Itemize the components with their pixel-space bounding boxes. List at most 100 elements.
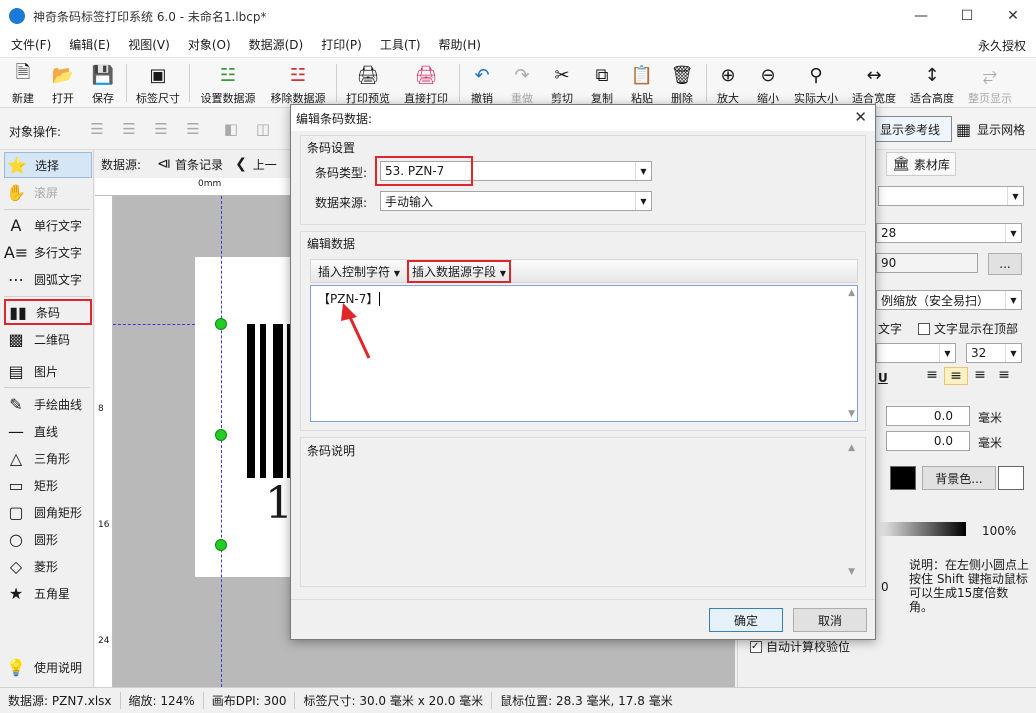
zoom-out-button[interactable]: ⊖ 缩小	[754, 60, 782, 106]
foreground-color-swatch[interactable]	[890, 466, 916, 490]
text-on-top-checkbox[interactable]: 文字显示在顶部	[918, 320, 1018, 337]
auto-checksum-checkbox[interactable]: ✓ 自动计算校验位	[750, 638, 850, 655]
tool-star[interactable]: ★ 五角星	[4, 580, 92, 606]
menu-tools[interactable]: 工具(T)	[369, 36, 428, 53]
new-button[interactable]: 🗎 新建	[9, 60, 37, 106]
tool-barcode[interactable]: ▮▮ 条码	[4, 299, 92, 325]
actual-size-button[interactable]: ⚲ 实际大小	[790, 60, 842, 106]
align-left-text-icon[interactable]: ≡	[920, 367, 944, 385]
offset-y-input[interactable]: 0.0	[886, 431, 970, 451]
show-grid-button[interactable]: ▦ 显示网格	[956, 116, 1032, 142]
tool-panel: ⭐ 选择 ✋ 滚屏 A 单行文字 A≡ 多行文字 ⋯ 圆弧文字 ▮▮ 条码 ▩ 二维码 ▤ 图片…	[0, 150, 94, 687]
paste-button[interactable]: 📋 粘贴	[628, 60, 656, 106]
undo-button[interactable]: ↶ 撤销	[468, 60, 496, 106]
background-color-swatch[interactable]	[998, 466, 1024, 490]
zoom-in-button[interactable]: ⊕ 放大	[714, 60, 742, 106]
close-window-button[interactable]: ✕	[990, 0, 1036, 32]
copy-icon: ⧉	[595, 64, 609, 86]
dialog-close-icon[interactable]: ✕	[854, 108, 867, 126]
tool-scroll[interactable]: ✋ 滚屏	[4, 179, 92, 205]
cut-button[interactable]: ✂ 剪切	[548, 60, 576, 106]
save-button[interactable]: 💾 保存	[89, 60, 117, 106]
tool-single-text[interactable]: A 单行文字	[4, 212, 92, 238]
offset-x-input[interactable]: 0.0	[886, 406, 970, 426]
align-right-text-icon[interactable]: ≡	[968, 367, 992, 385]
datasource-select[interactable]: 手动输入 ▼	[380, 191, 652, 211]
menu-datasource[interactable]: 数据源(D)	[238, 36, 311, 53]
font-size-select[interactable]: 32 ▼	[966, 343, 1022, 363]
help-guide-button[interactable]: 💡 使用说明	[4, 654, 92, 680]
layer-bottom-icon[interactable]: ☰	[182, 120, 204, 138]
label-size-button[interactable]: ▣ 标签尺寸	[134, 60, 182, 106]
tool-line[interactable]: — 直线	[4, 418, 92, 444]
prev-record-button[interactable]: 上一	[253, 156, 277, 173]
opacity-slider[interactable]	[878, 522, 966, 536]
layer-top-icon[interactable]: ☰	[118, 120, 140, 138]
tool-select[interactable]: ⭐ 选择	[4, 152, 92, 178]
layer-down-icon[interactable]: ☰	[150, 120, 172, 138]
dropdown-icon: ▼	[499, 268, 506, 278]
fit-width-button[interactable]: ↔ 适合宽度	[849, 60, 899, 106]
more-options-button[interactable]: ...	[988, 253, 1022, 275]
prev-record-icon[interactable]: ❮	[235, 156, 247, 172]
delete-button[interactable]: 🗑 删除	[668, 60, 696, 106]
ok-button[interactable]: 确定	[709, 608, 783, 632]
menu-help[interactable]: 帮助(H)	[428, 36, 488, 53]
tool-freehand[interactable]: ✎ 手绘曲线	[4, 391, 92, 417]
fit-page-button[interactable]: ⥂ 整页显示	[964, 60, 1016, 106]
align-left-icon[interactable]: ◧	[220, 120, 242, 138]
menu-view[interactable]: 视图(V)	[117, 36, 177, 53]
show-guides-button[interactable]: 显示参考线	[868, 116, 952, 142]
scroll-up-icon[interactable]: ▲	[848, 288, 855, 298]
tool-circle[interactable]: ○ 圆形	[4, 526, 92, 552]
tool-rectangle[interactable]: ▭ 矩形	[4, 472, 92, 498]
remove-datasource-button[interactable]: ☳ 移除数据源	[268, 60, 328, 106]
underline-button[interactable]: U	[878, 371, 888, 385]
desc-scroll-down-icon[interactable]: ▼	[848, 567, 855, 577]
align-center-icon[interactable]: ◫	[252, 120, 274, 138]
tool-diamond[interactable]: ◇ 菱形	[4, 553, 92, 579]
tool-triangle[interactable]: △ 三角形	[4, 445, 92, 471]
menu-object[interactable]: 对象(O)	[177, 36, 238, 53]
highlight-barcode-type	[375, 156, 473, 186]
first-record-button[interactable]: 首条记录	[175, 156, 223, 173]
tool-qrcode[interactable]: ▩ 二维码	[4, 326, 92, 352]
fit-height-button[interactable]: ↕ 适合高度	[907, 60, 957, 106]
tool-arc-text[interactable]: ⋯ 圆弧文字	[4, 266, 92, 292]
scroll-down-icon[interactable]: ▼	[848, 409, 855, 419]
barcode-data-editor[interactable]: 【PZN-7】 ▲ ▼	[310, 285, 858, 422]
menu-edit[interactable]: 编辑(E)	[58, 36, 117, 53]
property-select-2[interactable]: 28 ▼	[876, 223, 1022, 243]
insert-datasource-field-button[interactable]: 插入数据源字段 ▼	[407, 259, 511, 283]
insert-control-char-button[interactable]: 插入控制字符 ▼	[313, 263, 405, 280]
resize-handle-top[interactable]	[215, 318, 227, 330]
layer-up-icon[interactable]: ☰	[86, 120, 108, 138]
open-button[interactable]: 📂 打开	[49, 60, 77, 106]
property-select-1[interactable]: ▼	[878, 186, 1024, 206]
scale-mode-select[interactable]: 例缩放（安全易扫） ▼	[876, 290, 1022, 310]
first-record-icon[interactable]: ⧏	[157, 156, 171, 172]
tool-multi-text[interactable]: A≡ 多行文字	[4, 239, 92, 265]
menu-file[interactable]: 文件(F)	[0, 36, 58, 53]
redo-button[interactable]: ↷ 重做	[508, 60, 536, 106]
copy-button[interactable]: ⧉ 复制	[588, 60, 616, 106]
desc-scroll-up-icon[interactable]: ▲	[848, 443, 855, 453]
resize-handle-bottom[interactable]	[215, 539, 227, 551]
justify-text-icon[interactable]: ≡	[992, 367, 1016, 385]
background-color-button[interactable]: 背景色...	[922, 466, 996, 490]
tab-material-library[interactable]: 🏛 素材库	[886, 152, 956, 176]
set-datasource-button[interactable]: ☳ 设置数据源	[198, 60, 258, 106]
property-field-90[interactable]: 90	[876, 253, 978, 273]
maximize-button[interactable]: ☐	[944, 0, 990, 32]
font-select[interactable]: ▼	[876, 343, 956, 363]
diamond-icon: ◇	[9, 556, 23, 576]
align-center-text-icon[interactable]: ≡	[944, 367, 968, 385]
tool-rounded-rect[interactable]: ▢ 圆角矩形	[4, 499, 92, 525]
menu-print[interactable]: 打印(P)	[310, 36, 369, 53]
cancel-button[interactable]: 取消	[793, 608, 867, 632]
print-preview-button[interactable]: 🖨 打印预览	[344, 60, 392, 106]
direct-print-button[interactable]: 🖨 直接打印	[402, 60, 450, 106]
resize-handle-middle[interactable]	[215, 429, 227, 441]
minimize-button[interactable]: —	[898, 0, 944, 32]
tool-image[interactable]: ▤ 图片	[4, 358, 92, 384]
